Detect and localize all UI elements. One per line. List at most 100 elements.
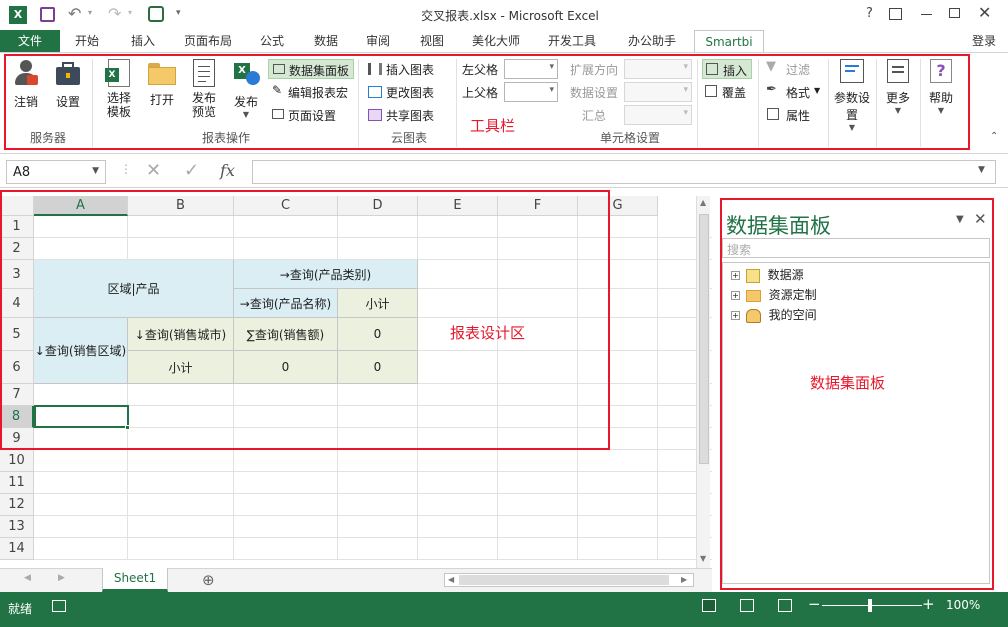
row-header[interactable]: 6 (0, 351, 34, 384)
customize-qat-icon[interactable]: ▾ (176, 8, 181, 18)
expand-direction-select[interactable]: ▾ (624, 59, 692, 79)
ribbon-display-icon[interactable] (889, 8, 902, 20)
tab-home[interactable]: 开始 (64, 30, 110, 52)
filter-button[interactable]: ▼ 过滤 (764, 59, 824, 79)
panel-search-input[interactable]: 搜索 (722, 238, 990, 258)
tab-formulas[interactable]: 公式 (250, 30, 294, 52)
share-chart-button[interactable]: 共享图表 (366, 105, 452, 125)
row-header[interactable]: 2 (0, 238, 34, 260)
help-button[interactable]: ? 帮助 ▼ (924, 59, 958, 115)
data-setting-select[interactable]: ▾ (624, 82, 692, 102)
close-window-icon[interactable]: ✕ (978, 3, 991, 22)
scroll-up-icon[interactable]: ▲ (700, 198, 706, 207)
undo-dropdown-icon[interactable]: ▾ (88, 8, 92, 17)
select-template-button[interactable]: X 选择 模板 (99, 59, 139, 119)
row-header[interactable]: 12 (0, 494, 34, 516)
scroll-left-icon[interactable]: ◀ (448, 575, 454, 584)
page-layout-view-icon[interactable] (740, 599, 754, 612)
zoom-slider[interactable] (822, 605, 922, 606)
row-header[interactable]: 11 (0, 472, 34, 494)
row-header[interactable]: 13 (0, 516, 34, 538)
tab-review[interactable]: 审阅 (356, 30, 400, 52)
excel-logo-icon[interactable]: X (9, 6, 27, 24)
tab-file[interactable]: 文件 (0, 30, 60, 52)
row-header[interactable]: 4 (0, 289, 34, 318)
cell-c4[interactable]: →查询(产品名称) (234, 289, 338, 318)
insert-chart-button[interactable]: 插入图表 (366, 59, 452, 79)
expand-icon[interactable]: + (731, 271, 740, 280)
zoom-out-icon[interactable]: − (808, 595, 821, 613)
worksheet-grid[interactable]: A B C D E F G 1 2 3 4 5 6 7 8 9 10 11 12 13 14 区域|产品 →查询(产品类别)… (0, 188, 712, 568)
left-parent-select[interactable]: ▾ (504, 59, 558, 79)
page-break-view-icon[interactable] (778, 599, 792, 612)
cancel-icon[interactable]: ✕ (146, 160, 161, 181)
tab-page-layout[interactable]: 页面布局 (176, 30, 240, 52)
active-cell-a8[interactable] (34, 405, 129, 428)
publish-preview-button[interactable]: 发布 预览 (184, 59, 224, 119)
normal-view-icon[interactable] (702, 599, 716, 612)
help-icon[interactable]: ? (866, 6, 873, 21)
cell-b5[interactable]: ↓查询(销售城市) (128, 318, 234, 351)
tab-smartbi[interactable]: Smartbi (694, 30, 764, 52)
row-header[interactable]: 14 (0, 538, 34, 560)
open-button[interactable]: 打开 (144, 59, 180, 108)
tree-item-resource-custom[interactable]: + 资源定制 (731, 285, 817, 305)
row-header[interactable]: 8 (0, 406, 34, 428)
edit-macro-button[interactable]: ✎ 编辑报表宏 (268, 82, 354, 102)
next-sheet-icon[interactable]: ▶ (58, 573, 65, 583)
cell-d4[interactable]: 小计 (338, 289, 418, 318)
zoom-in-icon[interactable]: + (922, 595, 935, 613)
insert-mode-button[interactable]: 插入 (702, 59, 752, 79)
param-settings-button[interactable]: 参数设置 ▼ (832, 59, 872, 132)
collapse-ribbon-icon[interactable]: ⌃ (990, 131, 998, 142)
row-header[interactable]: 3 (0, 260, 34, 289)
page-setup-button[interactable]: 页面设置 (268, 105, 354, 125)
tab-beautify[interactable]: 美化大师 (464, 30, 528, 52)
horizontal-scroll-thumb[interactable] (459, 575, 669, 585)
publish-button[interactable]: X 发布 ▼ (228, 59, 264, 119)
overwrite-mode-button[interactable]: 覆盖 (702, 82, 752, 102)
horizontal-scrollbar[interactable]: ◀ ▶ (444, 573, 694, 587)
panel-options-icon[interactable]: ▼ (956, 214, 964, 225)
select-all-corner[interactable] (0, 196, 34, 216)
panel-close-icon[interactable]: ✕ (974, 210, 987, 228)
cell-a3[interactable]: 区域|产品 (34, 260, 234, 318)
quick-print-icon[interactable] (148, 6, 164, 22)
column-header[interactable]: C (234, 196, 338, 216)
cell-c3[interactable]: →查询(产品类别) (234, 260, 418, 289)
column-header[interactable]: G (578, 196, 658, 216)
cell-d6[interactable]: 0 (338, 351, 418, 384)
row-header[interactable]: 10 (0, 450, 34, 472)
column-header[interactable]: B (128, 196, 234, 216)
tab-insert[interactable]: 插入 (120, 30, 166, 52)
zoom-level[interactable]: 100% (946, 598, 980, 612)
confirm-icon[interactable]: ✓ (184, 160, 199, 181)
column-header[interactable]: A (34, 196, 128, 216)
tab-developer[interactable]: 开发工具 (540, 30, 604, 52)
expand-formula-icon[interactable]: ▼ (978, 165, 985, 175)
property-button[interactable]: 属性 (764, 105, 824, 125)
change-chart-button[interactable]: 更改图表 (366, 82, 452, 102)
name-box[interactable]: A8 ▼ (6, 160, 106, 184)
tab-data[interactable]: 数据 (304, 30, 348, 52)
column-header[interactable]: E (418, 196, 498, 216)
zoom-slider-thumb[interactable] (868, 599, 872, 612)
more-button[interactable]: 更多 ▼ (880, 59, 916, 115)
maximize-icon[interactable] (949, 8, 960, 18)
chevron-down-icon[interactable]: ▼ (92, 166, 99, 176)
redo-dropdown-icon[interactable]: ▾ (128, 8, 132, 17)
cell-d5[interactable]: 0 (338, 318, 418, 351)
top-parent-select[interactable]: ▾ (504, 82, 558, 102)
formula-input[interactable] (252, 160, 996, 184)
add-sheet-icon[interactable]: ⊕ (202, 571, 215, 589)
signin-link[interactable]: 登录 (972, 32, 996, 49)
scroll-thumb[interactable] (699, 214, 709, 464)
fill-handle[interactable] (125, 425, 130, 430)
tab-view[interactable]: 视图 (410, 30, 454, 52)
settings-button[interactable]: 设置 (50, 59, 86, 110)
vertical-scrollbar[interactable]: ▲ ▼ (696, 196, 710, 568)
tree-item-datasource[interactable]: + 数据源 (731, 265, 804, 285)
dataset-panel-button[interactable]: 数据集面板 (268, 59, 354, 79)
row-header[interactable]: 7 (0, 384, 34, 406)
prev-sheet-icon[interactable]: ◀ (24, 573, 31, 583)
